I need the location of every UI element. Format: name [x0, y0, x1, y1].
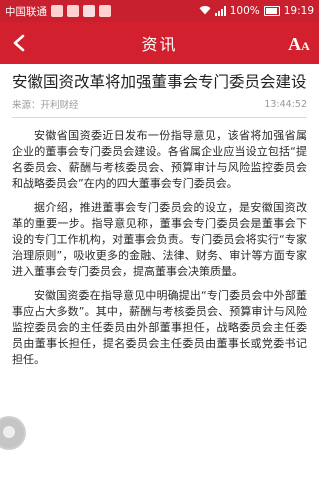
clock: 19:19 [283, 5, 314, 17]
article-paragraph: 安徽省国资委近日发布一份指导意见，该省将加强省属企业的董事会专门委员会建设。各省… [12, 129, 307, 190]
back-button[interactable] [8, 29, 30, 57]
wifi-icon [199, 5, 211, 18]
article-content[interactable]: 安徽国资改革将加强董事会专门委员会建设 来源：开利财经 13:44:52 安徽省… [0, 64, 319, 500]
article-meta: 来源：开利财经 13:44:52 [12, 97, 307, 118]
article-paragraph: 安徽国资委在指导意见中明确提出“专门委员会中外部董事应占大多数”。其中，薪酬与考… [12, 289, 307, 366]
notification-icon [51, 5, 63, 17]
battery-icon [263, 6, 280, 16]
article-paragraph: 据介绍，推进董事会专门委员会的设立，是安徽国资改革的重要一步。指导意见称，董事会… [12, 201, 307, 278]
article-body: 安徽省国资委近日发布一份指导意见，该省将加强省属企业的董事会专门委员会建设。各省… [0, 118, 319, 368]
font-size-icon: AA [288, 34, 310, 54]
notification-icon [67, 5, 79, 17]
chevron-left-icon [13, 34, 25, 52]
article-time: 13:44:52 [264, 98, 307, 110]
carrier-label: 中国联通 [5, 5, 47, 18]
status-bar: 中国联通 100% 19:19 [0, 0, 319, 22]
article-source: 来源：开利财经 [12, 100, 79, 111]
notification-icon [99, 5, 111, 17]
nav-bar: 资讯 AA [0, 22, 319, 64]
article-title: 安徽国资改革将加强董事会专门委员会建设 [12, 73, 307, 91]
font-size-button[interactable]: AA [287, 31, 311, 55]
battery-percent: 100% [229, 5, 260, 17]
notification-icon [83, 5, 95, 17]
page-title: 资讯 [141, 35, 178, 54]
signal-icon [214, 6, 226, 16]
